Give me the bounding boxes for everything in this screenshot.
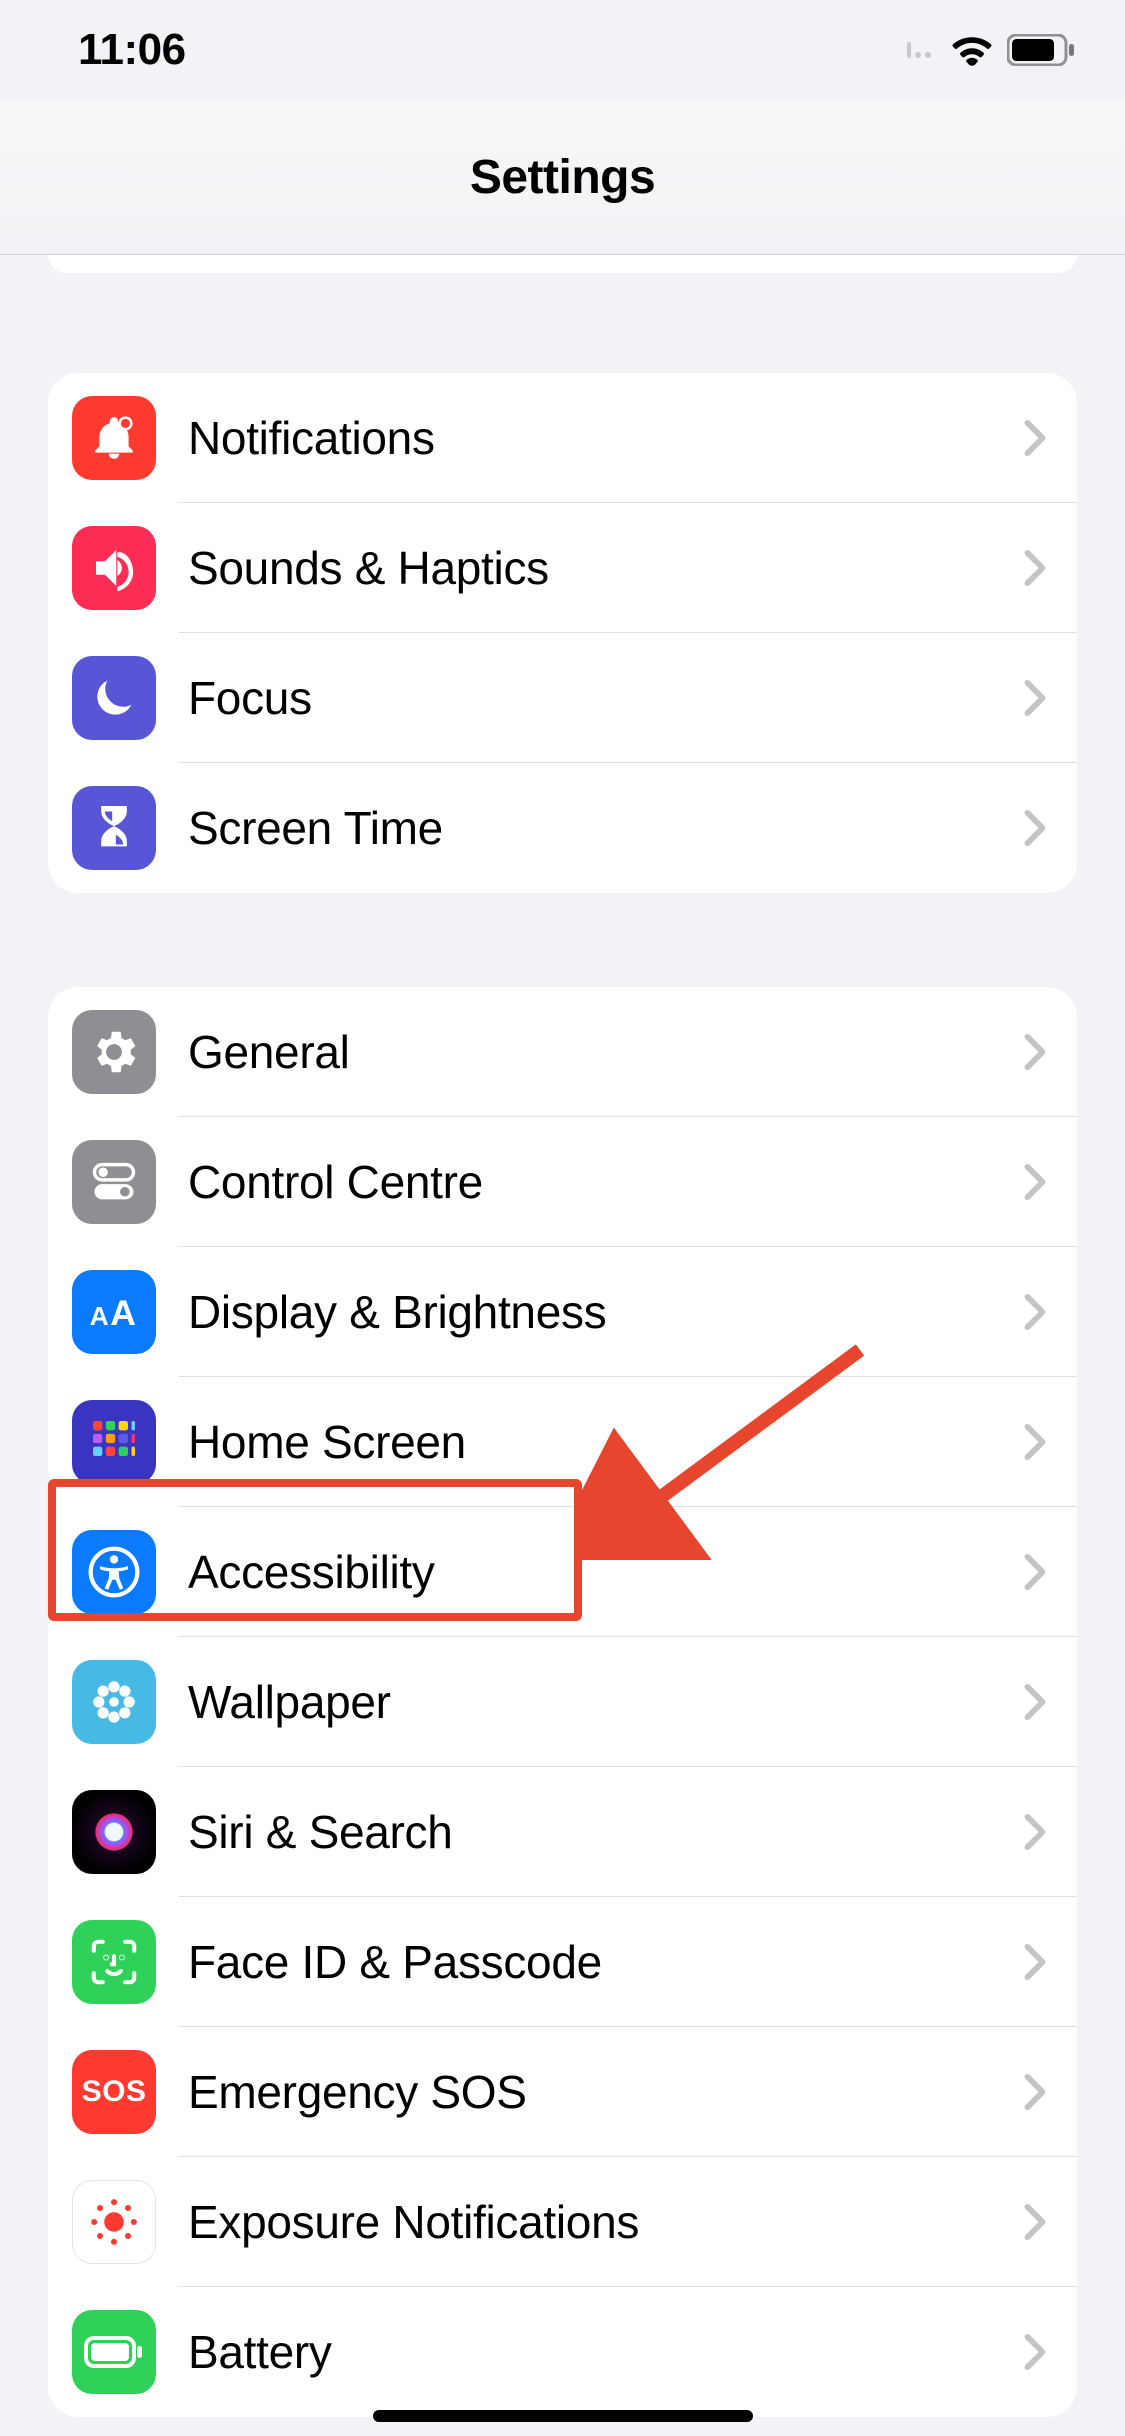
flower-icon <box>72 1660 156 1744</box>
app-grid-icon <box>72 1400 156 1484</box>
battery-full-icon <box>72 2310 156 2394</box>
row-focus[interactable]: Focus <box>48 633 1077 763</box>
cellular-signal-icon <box>907 42 931 58</box>
status-time: 11:06 <box>78 25 186 75</box>
row-screen-time[interactable]: Screen Time <box>48 763 1077 893</box>
chevron-right-icon <box>1023 1163 1047 1201</box>
settings-group-general: General Control Centre AA Display & Brig <box>48 987 1077 2417</box>
bell-badge-icon <box>72 396 156 480</box>
chevron-right-icon <box>1023 1943 1047 1981</box>
moon-icon <box>72 656 156 740</box>
row-label: Exposure Notifications <box>188 2195 1023 2249</box>
status-indicators <box>907 34 1075 66</box>
settings-list[interactable]: Notifications Sounds & Haptics Focus S <box>0 255 1125 2417</box>
svg-text:A: A <box>110 1293 136 1332</box>
page-title: Settings <box>470 150 655 205</box>
row-label: Accessibility <box>188 1545 1023 1599</box>
row-label: Emergency SOS <box>188 2065 1023 2119</box>
chevron-right-icon <box>1023 1553 1047 1591</box>
row-battery[interactable]: Battery <box>48 2287 1077 2417</box>
chevron-right-icon <box>1023 2203 1047 2241</box>
row-notifications[interactable]: Notifications <box>48 373 1077 503</box>
row-label: Notifications <box>188 411 1023 465</box>
previous-group-peek <box>48 255 1077 273</box>
chevron-right-icon <box>1023 419 1047 457</box>
accessibility-icon <box>72 1530 156 1614</box>
gear-icon <box>72 1010 156 1094</box>
sos-text: SOS <box>82 2075 147 2109</box>
row-faceid-passcode[interactable]: Face ID & Passcode <box>48 1897 1077 2027</box>
chevron-right-icon <box>1023 679 1047 717</box>
speaker-icon <box>72 526 156 610</box>
chevron-right-icon <box>1023 2333 1047 2371</box>
row-label: Display & Brightness <box>188 1285 1023 1339</box>
status-bar: 11:06 <box>0 0 1125 100</box>
hourglass-icon <box>72 786 156 870</box>
svg-text:A: A <box>90 1301 109 1331</box>
chevron-right-icon <box>1023 549 1047 587</box>
row-label: Siri & Search <box>188 1805 1023 1859</box>
home-indicator[interactable] <box>373 2410 753 2422</box>
row-sounds-haptics[interactable]: Sounds & Haptics <box>48 503 1077 633</box>
row-label: Focus <box>188 671 1023 725</box>
nav-header: Settings <box>0 100 1125 255</box>
row-label: Home Screen <box>188 1415 1023 1469</box>
row-label: Battery <box>188 2325 1023 2379</box>
exposure-icon <box>72 2180 156 2264</box>
row-wallpaper[interactable]: Wallpaper <box>48 1637 1077 1767</box>
row-siri-search[interactable]: Siri & Search <box>48 1767 1077 1897</box>
chevron-right-icon <box>1023 809 1047 847</box>
faceid-icon <box>72 1920 156 2004</box>
row-exposure-notifications[interactable]: Exposure Notifications <box>48 2157 1077 2287</box>
row-label: Sounds & Haptics <box>188 541 1023 595</box>
row-home-screen[interactable]: Home Screen <box>48 1377 1077 1507</box>
row-emergency-sos[interactable]: SOS Emergency SOS <box>48 2027 1077 2157</box>
wifi-icon <box>951 34 993 66</box>
toggles-icon <box>72 1140 156 1224</box>
settings-group-sounds-focus: Notifications Sounds & Haptics Focus S <box>48 373 1077 893</box>
row-control-centre[interactable]: Control Centre <box>48 1117 1077 1247</box>
row-label: Screen Time <box>188 801 1023 855</box>
battery-icon <box>1007 34 1075 66</box>
row-label: Wallpaper <box>188 1675 1023 1729</box>
siri-icon <box>72 1790 156 1874</box>
chevron-right-icon <box>1023 1683 1047 1721</box>
row-label: General <box>188 1025 1023 1079</box>
text-size-icon: AA <box>72 1270 156 1354</box>
chevron-right-icon <box>1023 2073 1047 2111</box>
row-label: Control Centre <box>188 1155 1023 1209</box>
row-general[interactable]: General <box>48 987 1077 1117</box>
chevron-right-icon <box>1023 1423 1047 1461</box>
row-display-brightness[interactable]: AA Display & Brightness <box>48 1247 1077 1377</box>
chevron-right-icon <box>1023 1293 1047 1331</box>
chevron-right-icon <box>1023 1033 1047 1071</box>
row-accessibility[interactable]: Accessibility <box>48 1507 1077 1637</box>
chevron-right-icon <box>1023 1813 1047 1851</box>
row-label: Face ID & Passcode <box>188 1935 1023 1989</box>
sos-icon: SOS <box>72 2050 156 2134</box>
